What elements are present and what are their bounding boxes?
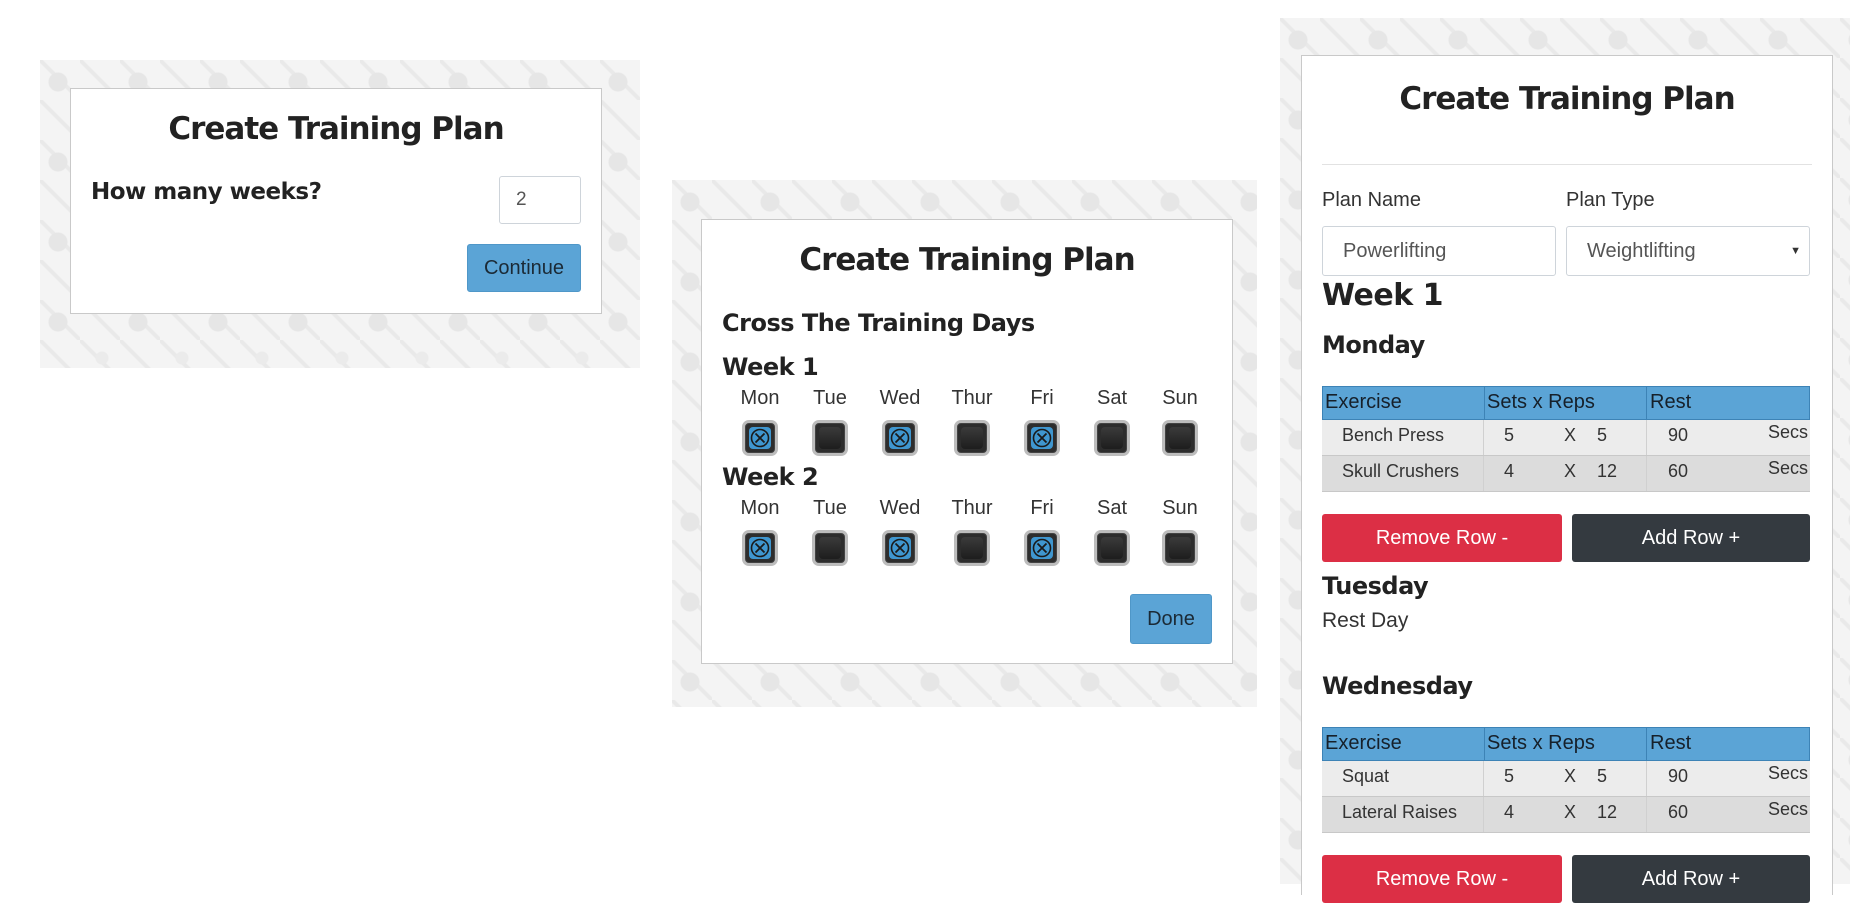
column-header: Rest — [1650, 732, 1692, 754]
rest-value: 60 — [1668, 802, 1689, 822]
rest-day-text: Rest Day — [1322, 609, 1409, 632]
cross-days-heading: Cross The Training Days — [722, 309, 1035, 337]
day-checkbox-mon[interactable] — [742, 530, 778, 566]
add-row-button[interactable]: Add Row + — [1572, 514, 1810, 562]
day-label: Mon — [740, 387, 780, 409]
plan-name-input[interactable]: Powerlifting — [1322, 226, 1556, 276]
divider — [1322, 164, 1812, 165]
times-sign: X — [1564, 766, 1577, 786]
rest-value: 90 — [1668, 425, 1689, 445]
cross-icon — [890, 428, 910, 448]
column-header: Exercise — [1323, 387, 1485, 419]
exercise-name: Skull Crushers — [1342, 461, 1460, 481]
continue-button[interactable]: Continue — [467, 244, 581, 292]
times-sign: X — [1564, 425, 1577, 445]
page-title: Create Training Plan — [799, 242, 1135, 278]
page-title: Create Training Plan — [168, 111, 504, 147]
rest-unit: Secs — [1768, 763, 1809, 783]
plan-type-label: Plan Type — [1566, 189, 1655, 211]
weeks-number-input[interactable]: 2 — [499, 176, 581, 224]
plan-type-select[interactable]: Weightlifting ▼ — [1566, 226, 1810, 276]
table-row: Skull Crushers 4 X 12 60 Secs — [1322, 456, 1810, 492]
sets-value: 5 — [1504, 425, 1515, 445]
day-checkbox-thur[interactable] — [954, 420, 990, 456]
day-checkbox-tue[interactable] — [812, 530, 848, 566]
cross-icon — [750, 538, 770, 558]
exercise-name: Bench Press — [1342, 425, 1445, 445]
rest-unit: Secs — [1768, 799, 1809, 819]
column-header: Rest — [1650, 391, 1692, 413]
day-label: Thur — [951, 387, 993, 409]
day-label: Sun — [1162, 497, 1198, 519]
day-label: Sun — [1162, 387, 1198, 409]
day-label: Thur — [951, 497, 993, 519]
day-checkbox-sat[interactable] — [1094, 420, 1130, 456]
day-label: Wed — [879, 387, 921, 409]
exercise-name: Squat — [1342, 766, 1390, 786]
reps-value: 12 — [1597, 461, 1618, 481]
day-label: Sat — [1096, 387, 1128, 409]
reps-value: 5 — [1597, 766, 1608, 786]
day-checkbox-wed[interactable] — [882, 530, 918, 566]
day-heading: Monday — [1322, 331, 1425, 359]
day-heading: Tuesday — [1322, 572, 1429, 600]
day-label: Sat — [1096, 497, 1128, 519]
weeks-card: Create Training Plan How many weeks? 2 C… — [70, 88, 602, 314]
exercise-name: Lateral Raises — [1342, 802, 1458, 822]
day-checkbox-mon[interactable] — [742, 420, 778, 456]
day-checkbox-thur[interactable] — [954, 530, 990, 566]
cross-icon — [1032, 538, 1052, 558]
times-sign: X — [1564, 461, 1577, 481]
remove-row-button[interactable]: Remove Row - — [1322, 514, 1562, 562]
day-heading: Wednesday — [1322, 672, 1473, 700]
training-days-card: Create Training Plan Cross The Training … — [701, 219, 1233, 664]
sets-value: 4 — [1504, 802, 1515, 822]
day-checkbox-sat[interactable] — [1094, 530, 1130, 566]
cross-icon — [1032, 428, 1052, 448]
day-label: Wed — [879, 497, 921, 519]
plan-type-value: Weightlifting — [1587, 240, 1696, 262]
cross-icon — [890, 538, 910, 558]
rest-value: 60 — [1668, 461, 1689, 481]
table-row: Squat 5 X 5 90 Secs — [1322, 761, 1810, 797]
column-header: Exercise — [1323, 728, 1485, 760]
add-row-button[interactable]: Add Row + — [1572, 855, 1810, 903]
day-checkbox-wed[interactable] — [882, 420, 918, 456]
week-label: Week 2 — [722, 463, 819, 491]
page-title: Create Training Plan — [1399, 81, 1735, 117]
chevron-down-icon: ▼ — [1790, 245, 1801, 257]
weeks-question: How many weeks? — [91, 179, 322, 205]
week-label: Week 1 — [722, 353, 819, 381]
day-checkbox-tue[interactable] — [812, 420, 848, 456]
times-sign: X — [1564, 802, 1577, 822]
rest-unit: Secs — [1768, 458, 1809, 478]
day-checkbox-fri[interactable] — [1024, 420, 1060, 456]
reps-value: 5 — [1597, 425, 1608, 445]
reps-value: 12 — [1597, 802, 1618, 822]
rest-value: 90 — [1668, 766, 1689, 786]
plan-name-label: Plan Name — [1322, 189, 1421, 211]
day-checkbox-sun[interactable] — [1162, 530, 1198, 566]
day-label: Mon — [740, 497, 780, 519]
week-heading: Week 1 — [1322, 278, 1443, 313]
day-label: Tue — [813, 387, 847, 409]
day-label: Fri — [1030, 387, 1054, 409]
day-checkbox-sun[interactable] — [1162, 420, 1198, 456]
remove-row-button[interactable]: Remove Row - — [1322, 855, 1562, 903]
plan-details-card: Create Training Plan Plan Name Plan Type… — [1301, 55, 1833, 903]
table-row: Bench Press 5 X 5 90 Secs — [1322, 420, 1810, 456]
day-label: Fri — [1030, 497, 1054, 519]
table-header: Exercise Sets x Reps Rest — [1322, 386, 1810, 420]
table-row: Lateral Raises 4 X 12 60 Secs — [1322, 797, 1810, 833]
column-header: Sets x Reps — [1485, 387, 1647, 419]
rest-unit: Secs — [1768, 422, 1809, 442]
cross-icon — [750, 428, 770, 448]
column-header: Sets x Reps — [1485, 728, 1647, 760]
day-checkbox-fri[interactable] — [1024, 530, 1060, 566]
table-header: Exercise Sets x Reps Rest — [1322, 727, 1810, 761]
sets-value: 4 — [1504, 461, 1515, 481]
day-label: Tue — [813, 497, 847, 519]
sets-value: 5 — [1504, 766, 1515, 786]
done-button[interactable]: Done — [1130, 594, 1212, 644]
